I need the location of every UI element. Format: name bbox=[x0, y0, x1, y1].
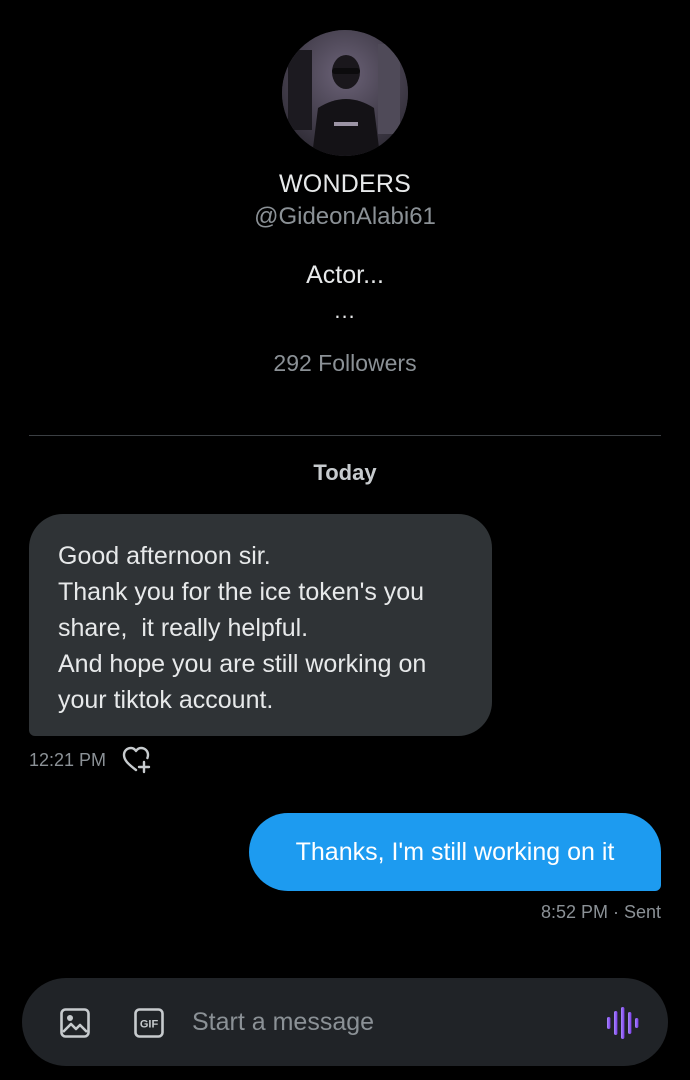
date-separator: Today bbox=[313, 460, 377, 485]
message-line: share, it really helpful. bbox=[58, 614, 309, 642]
message-line: your tiktok account. bbox=[58, 686, 274, 714]
message-timestamp: 12:21 PM bbox=[29, 749, 107, 770]
outgoing-message-bubble[interactable]: Thanks, I'm still working on it bbox=[249, 813, 661, 891]
avatar-photo bbox=[282, 30, 408, 156]
incoming-message-bubble[interactable]: Good afternoon sir. Thank you for the ic… bbox=[29, 514, 492, 736]
divider bbox=[29, 435, 661, 436]
profile-handle: @GideonAlabi61 bbox=[254, 203, 436, 230]
message-line: Good afternoon sir. bbox=[58, 542, 271, 570]
message-composer: GIF bbox=[22, 978, 668, 1066]
add-reaction-heart-icon[interactable] bbox=[122, 746, 152, 774]
image-icon[interactable] bbox=[59, 1007, 91, 1039]
profile-bio: Actor... bbox=[306, 261, 384, 289]
profile-name: WONDERS bbox=[279, 170, 411, 198]
followers-count[interactable]: 292 Followers bbox=[0, 350, 690, 377]
incoming-message-meta: 12:21 PM bbox=[29, 746, 152, 774]
message-line: Thank you for the ice token's you bbox=[58, 578, 425, 606]
gif-icon[interactable]: GIF bbox=[133, 1007, 165, 1039]
svg-text:GIF: GIF bbox=[140, 1019, 159, 1031]
voice-waveform-icon[interactable] bbox=[604, 1006, 640, 1040]
message-line: And hope you are still working on bbox=[58, 650, 427, 678]
profile-bio-more: ... bbox=[334, 298, 356, 323]
avatar[interactable] bbox=[282, 30, 408, 156]
message-input[interactable] bbox=[192, 1000, 582, 1044]
outgoing-message-status: 8:52 PM · Sent bbox=[540, 902, 661, 922]
